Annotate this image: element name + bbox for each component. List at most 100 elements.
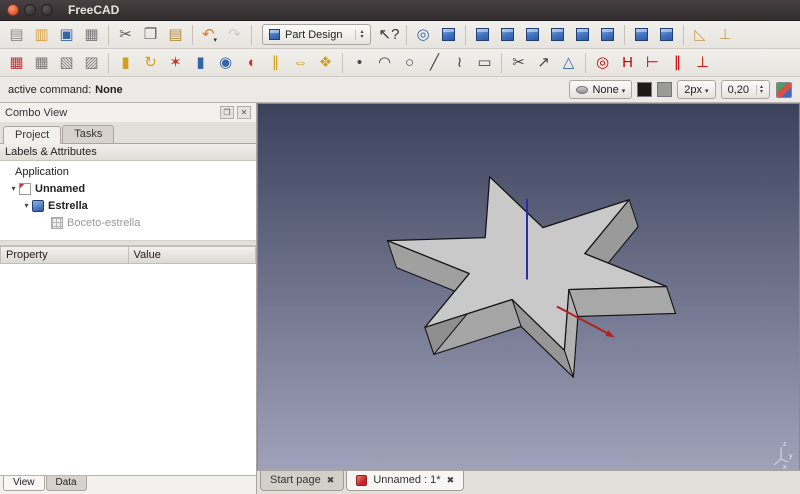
document-tab-label: Start page	[270, 474, 321, 486]
open-file-icon: ▥	[34, 26, 49, 43]
constraint-vertical-button[interactable]: ⊢	[640, 51, 665, 75]
face-color-swatch[interactable]	[657, 82, 673, 97]
dropdown-arrow-icon: ▾	[705, 88, 709, 95]
bottom-view-button[interactable]	[570, 23, 595, 47]
constraint-parallel-button[interactable]: ∥	[665, 51, 690, 75]
right-view-button[interactable]	[520, 23, 545, 47]
open-file-button[interactable]: ▥	[29, 23, 54, 47]
edit-sketch-button[interactable]: ▦	[29, 51, 54, 75]
construction-mode-button[interactable]: △	[556, 51, 581, 75]
pocket-button[interactable]: ▮	[188, 51, 213, 75]
print-button[interactable]: ▦	[79, 23, 104, 47]
line-width-select[interactable]: 2px ▾	[677, 80, 716, 99]
paste-button[interactable]: ▤	[163, 23, 188, 47]
document-tab-label: Unnamed : 1*	[373, 474, 441, 486]
measure-clear-icon: ⊥	[718, 26, 732, 43]
print-icon: ▦	[84, 26, 99, 43]
construction-mode-icon: △	[562, 54, 575, 71]
rotate-right-view-button[interactable]	[654, 23, 679, 47]
dock-close-icon[interactable]: ✕	[237, 106, 251, 119]
measure-distance-icon: ◺	[694, 26, 706, 43]
trim-button[interactable]: ✂	[506, 51, 531, 75]
document-tab-start-page[interactable]: Start page ✖	[260, 471, 345, 491]
3d-viewport-canvas[interactable]: z y x	[258, 104, 799, 470]
polar-pattern-button[interactable]: ✶	[163, 51, 188, 75]
measure-clear-button[interactable]: ⊥	[713, 23, 738, 47]
linear-pattern-button[interactable]: ∥	[263, 51, 288, 75]
arc-button[interactable]: ◠	[372, 51, 397, 75]
mirrored-icon: ⇔	[293, 54, 308, 71]
value-column-header[interactable]: Value	[128, 246, 256, 264]
tab-data[interactable]: Data	[45, 476, 87, 491]
axonometric-view-button[interactable]	[436, 23, 461, 47]
property-column-header[interactable]: Property	[0, 246, 129, 264]
redo-icon: ↷	[228, 26, 241, 43]
reorient-sketch-button[interactable]: ▨	[79, 51, 104, 75]
draft-settings-icon[interactable]	[776, 81, 792, 98]
hole-button[interactable]: ◉	[213, 51, 238, 75]
3d-viewport[interactable]: z y x	[257, 103, 800, 470]
toolbar-file-group: ▤ ▥ ▣ ▦ ✂ ❐ ▤ ↶ ▾ ↷	[4, 23, 256, 47]
circle-button[interactable]: ○	[397, 51, 422, 75]
workbench-selector[interactable]: Part Design ▴ ▾	[262, 24, 371, 45]
toolbar-separator	[623, 24, 625, 45]
scale-spinbox[interactable]: 0,20 ▴ ▾	[720, 80, 770, 99]
constraint-coincident-button[interactable]: ◎	[590, 51, 615, 75]
fit-all-button[interactable]: ◎	[411, 23, 436, 47]
new-sketch-button[interactable]: ▦	[4, 51, 29, 75]
revolution-button[interactable]: ↻	[138, 51, 163, 75]
tree-item-estrella[interactable]: ▾ Estrella	[0, 197, 256, 214]
multitransform-button[interactable]: ❖	[313, 51, 338, 75]
rear-view-button[interactable]	[545, 23, 570, 47]
new-document-button[interactable]: ▤	[4, 23, 29, 47]
tab-close-icon[interactable]: ✖	[447, 475, 455, 486]
left-view-button[interactable]	[595, 23, 620, 47]
expander-icon[interactable]: ▾	[21, 201, 32, 210]
copy-icon: ❐	[143, 26, 158, 43]
map-sketch-button[interactable]: ▧	[54, 51, 79, 75]
minimize-window-button[interactable]	[24, 4, 36, 16]
undo-button[interactable]: ↶ ▾	[197, 23, 222, 47]
dock-float-icon[interactable]: ❐	[220, 106, 234, 119]
line-color-swatch[interactable]	[637, 82, 653, 97]
point-button[interactable]: •	[347, 51, 372, 75]
groove-button[interactable]: ◖	[238, 51, 263, 75]
redo-button[interactable]: ↷	[222, 23, 247, 47]
sketch-icon	[51, 216, 63, 229]
maximize-window-button[interactable]	[41, 4, 53, 16]
axis-y-label: y	[789, 453, 793, 460]
line-icon: ╱	[429, 54, 440, 71]
tab-close-icon[interactable]: ✖	[327, 475, 335, 486]
top-view-button[interactable]	[495, 23, 520, 47]
edit-sketch-icon: ▦	[34, 54, 49, 71]
combo-spin-arrows-icon: ▴ ▾	[355, 29, 364, 40]
line-button[interactable]: ╱	[422, 51, 447, 75]
rotate-right-view-icon	[659, 28, 673, 41]
mirrored-button[interactable]: ⇔	[288, 51, 313, 75]
front-view-button[interactable]	[470, 23, 495, 47]
spinbox-arrows-icon[interactable]: ▴ ▾	[755, 84, 763, 95]
pad-button[interactable]: ▮	[113, 51, 138, 75]
expander-icon[interactable]: ▾	[8, 184, 19, 193]
save-button[interactable]: ▣	[54, 23, 79, 47]
constraint-horizontal-button[interactable]: H	[615, 51, 640, 75]
constraint-perpendicular-button[interactable]: ⊥	[690, 51, 715, 75]
tab-project[interactable]: Project	[3, 126, 62, 144]
rotate-left-view-button[interactable]	[629, 23, 654, 47]
tree-item-boceto-estrella[interactable]: Boceto-estrella	[0, 214, 256, 231]
tree-item-unnamed[interactable]: ▾ Unnamed	[0, 180, 256, 197]
whatsthis-button[interactable]: ↖?	[377, 23, 402, 47]
rectangle-button[interactable]: ▭	[472, 51, 497, 75]
measure-distance-button[interactable]: ◺	[688, 23, 713, 47]
document-tab-unnamed-1-[interactable]: Unnamed : 1* ✖	[346, 471, 465, 491]
cut-button[interactable]: ✂	[113, 23, 138, 47]
external-geometry-button[interactable]: ↗	[531, 51, 556, 75]
tree-item-application[interactable]: Application	[0, 163, 256, 180]
tab-tasks[interactable]: Tasks	[62, 125, 115, 143]
polyline-button[interactable]: ≀	[447, 51, 472, 75]
autogroup-button[interactable]: None ▾	[569, 80, 633, 99]
close-window-button[interactable]	[7, 4, 19, 16]
copy-button[interactable]: ❐	[138, 23, 163, 47]
property-table-body[interactable]	[0, 264, 256, 475]
tab-view[interactable]: View	[3, 476, 45, 491]
